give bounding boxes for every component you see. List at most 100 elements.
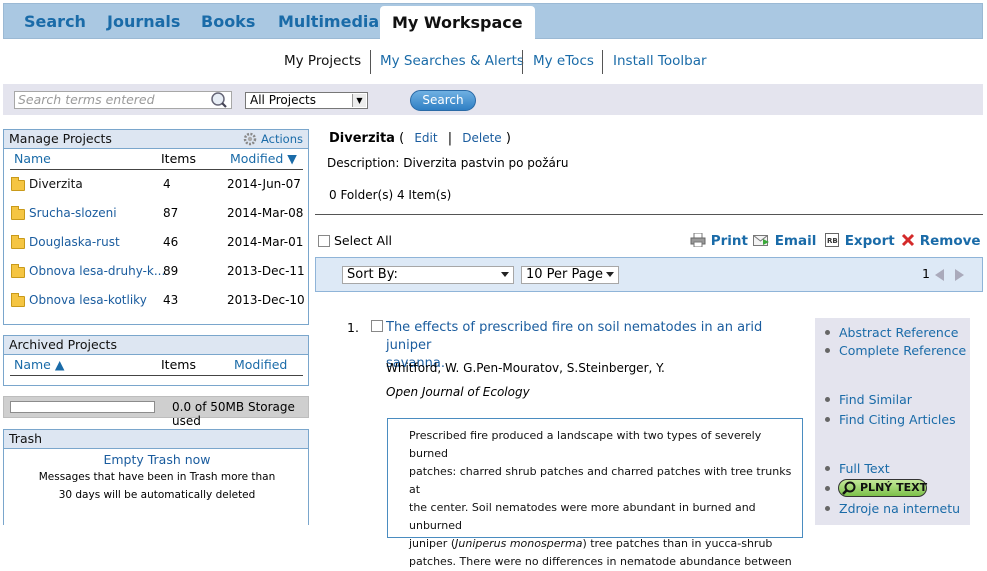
per-page-select[interactable]: 10 Per Page	[521, 266, 619, 284]
export-icon: RB	[825, 233, 839, 247]
select-all[interactable]: Select All	[318, 233, 392, 248]
storage-progress-bar	[10, 401, 155, 413]
project-row[interactable]: Douglaska-rust 46 2014-Mar-01	[4, 233, 310, 255]
trash-panel: Trash Empty Trash now Messages that have…	[3, 429, 309, 525]
manage-projects-title: Manage Projects	[9, 131, 112, 146]
project-items: 87	[163, 206, 179, 220]
previous-page-icon[interactable]	[935, 269, 944, 281]
actions-menu[interactable]: Actions	[243, 130, 303, 148]
link-label: Zdroje na internetu	[839, 501, 961, 516]
email-button[interactable]: Email	[753, 233, 816, 249]
header-divider	[10, 169, 303, 170]
search-input[interactable]: Search terms entered	[14, 91, 232, 109]
remove-label: Remove	[919, 233, 981, 249]
project-row[interactable]: Diverzita 4 2014-Jun-07	[4, 175, 310, 197]
result-checkbox[interactable]	[371, 320, 383, 332]
result-authors: Whitford, W. G.Pen-Mouratov, S.Steinberg…	[386, 361, 665, 375]
find-citing-articles-link[interactable]: Find Citing Articles	[825, 412, 956, 427]
abstract-line: patches. There were no differences in ne…	[409, 555, 792, 568]
folder-icon	[11, 177, 25, 191]
archived-column-modified-sort[interactable]: Modified	[234, 357, 287, 372]
workspace-subnav: My Projects My Searches & Alerts My eToc…	[0, 50, 987, 74]
print-button[interactable]: Print	[690, 232, 748, 249]
chevron-down-icon	[501, 272, 509, 277]
abstract-line: Prescribed fire produced a landscape wit…	[409, 429, 762, 460]
link-label: Find Similar	[839, 392, 912, 407]
search-button[interactable]: Search	[410, 90, 476, 111]
chevron-down-icon: ▼	[352, 94, 366, 107]
link-label: Complete Reference	[839, 343, 967, 358]
project-description: Description: Diverzita pastvin po požáru	[327, 156, 568, 170]
per-page-value: 10 Per Page	[526, 267, 603, 282]
remove-button[interactable]: Remove	[901, 233, 981, 249]
link-label: Full Text	[839, 461, 890, 476]
complete-reference-link[interactable]: Complete Reference	[825, 343, 966, 358]
paren: (	[399, 131, 405, 146]
next-page-icon[interactable]	[955, 269, 964, 281]
link-label: Find Citing Articles	[839, 412, 956, 427]
project-scope-select[interactable]: All Projects ▼	[245, 92, 368, 109]
close-icon	[901, 233, 915, 247]
bullet	[825, 417, 830, 422]
gear-icon	[244, 132, 257, 146]
project-name[interactable]: Obnova lesa-druhy-k...	[29, 264, 165, 278]
sort-by-select[interactable]: Sort By:	[342, 266, 514, 284]
archived-column-name-sort[interactable]: Name ▲	[14, 357, 64, 372]
project-name[interactable]: Douglaska-rust	[29, 235, 120, 249]
tab-my-workspace[interactable]: My Workspace	[380, 6, 535, 42]
content-divider	[315, 214, 983, 215]
column-modified-sort[interactable]: Modified ▼	[230, 151, 297, 166]
result-links-panel: Abstract Reference Complete Reference Fi…	[815, 318, 970, 525]
subnav-my-etocs[interactable]: My eTocs	[533, 50, 594, 74]
select-all-label: Select All	[333, 233, 393, 248]
edit-project-link[interactable]: Edit	[414, 131, 437, 145]
subnav-my-searches-alerts[interactable]: My Searches & Alerts	[380, 50, 524, 74]
panel-title: Trash	[4, 430, 308, 449]
zdroje-na-internetu-link[interactable]: Zdroje na internetu	[825, 501, 960, 516]
main-tab-bar: Search Journals Books Multimedia My Work…	[3, 3, 983, 42]
tab-journals[interactable]: Journals	[107, 4, 180, 39]
magnifier-icon	[842, 481, 856, 495]
subnav-my-projects[interactable]: My Projects	[284, 50, 361, 74]
subnav-divider	[370, 50, 371, 74]
column-name-sort[interactable]: Name	[14, 151, 51, 166]
find-similar-link[interactable]: Find Similar	[825, 392, 912, 407]
tab-search[interactable]: Search	[24, 4, 86, 39]
empty-trash-link[interactable]: Empty Trash now	[4, 452, 310, 467]
sort-pager-bar: Sort By: 10 Per Page 1	[315, 257, 983, 292]
project-row[interactable]: Obnova lesa-kotliky 43 2013-Dec-10	[4, 291, 310, 313]
full-text-link[interactable]: Full Text	[825, 461, 890, 476]
project-header: Diverzita ( Edit | Delete )	[329, 131, 511, 146]
project-items: 89	[163, 264, 179, 278]
abstract-line: juniper (Juniperus monosperma) tree patc…	[409, 535, 802, 553]
trash-message: Messages that have been in Trash more th…	[38, 471, 276, 483]
project-row[interactable]: Srucha-slozeni 87 2014-Mar-08	[4, 204, 310, 226]
project-name[interactable]: Srucha-slozeni	[29, 206, 117, 220]
folder-icon	[11, 235, 25, 249]
plny-text-label: PLNÝ TEXT	[860, 481, 928, 494]
svg-text:RB: RB	[827, 237, 838, 245]
project-items: 4	[163, 177, 171, 191]
project-items: 46	[163, 235, 179, 249]
select-all-checkbox[interactable]	[318, 235, 330, 247]
export-button[interactable]: RB Export	[825, 233, 895, 249]
search-icon[interactable]	[210, 91, 228, 109]
email-icon	[753, 235, 769, 246]
result-journal: Open Journal of Ecology	[386, 385, 530, 399]
abstract-reference-link[interactable]: Abstract Reference	[825, 325, 958, 340]
export-label: Export	[844, 233, 895, 249]
folder-item-count: 0 Folder(s) 4 Item(s)	[329, 188, 452, 202]
project-name[interactable]: Obnova lesa-kotliky	[29, 293, 147, 307]
paren: )	[505, 131, 511, 146]
subnav-divider	[522, 50, 523, 74]
project-row[interactable]: Obnova lesa-druhy-k... 89 2013-Dec-11	[4, 262, 310, 284]
tab-books[interactable]: Books	[201, 4, 255, 39]
project-name[interactable]: Diverzita	[29, 177, 83, 191]
trash-message: 30 days will be automatically deleted	[58, 489, 256, 501]
project-modified: 2014-Jun-07	[227, 177, 301, 191]
subnav-install-toolbar[interactable]: Install Toolbar	[613, 50, 707, 74]
search-bar: Search terms entered All Projects ▼ Sear…	[3, 84, 983, 115]
manage-projects-panel: Manage Projects Actions Name Items Modif…	[3, 129, 309, 325]
delete-project-link[interactable]: Delete	[462, 131, 501, 145]
tab-multimedia[interactable]: Multimedia	[278, 4, 379, 39]
